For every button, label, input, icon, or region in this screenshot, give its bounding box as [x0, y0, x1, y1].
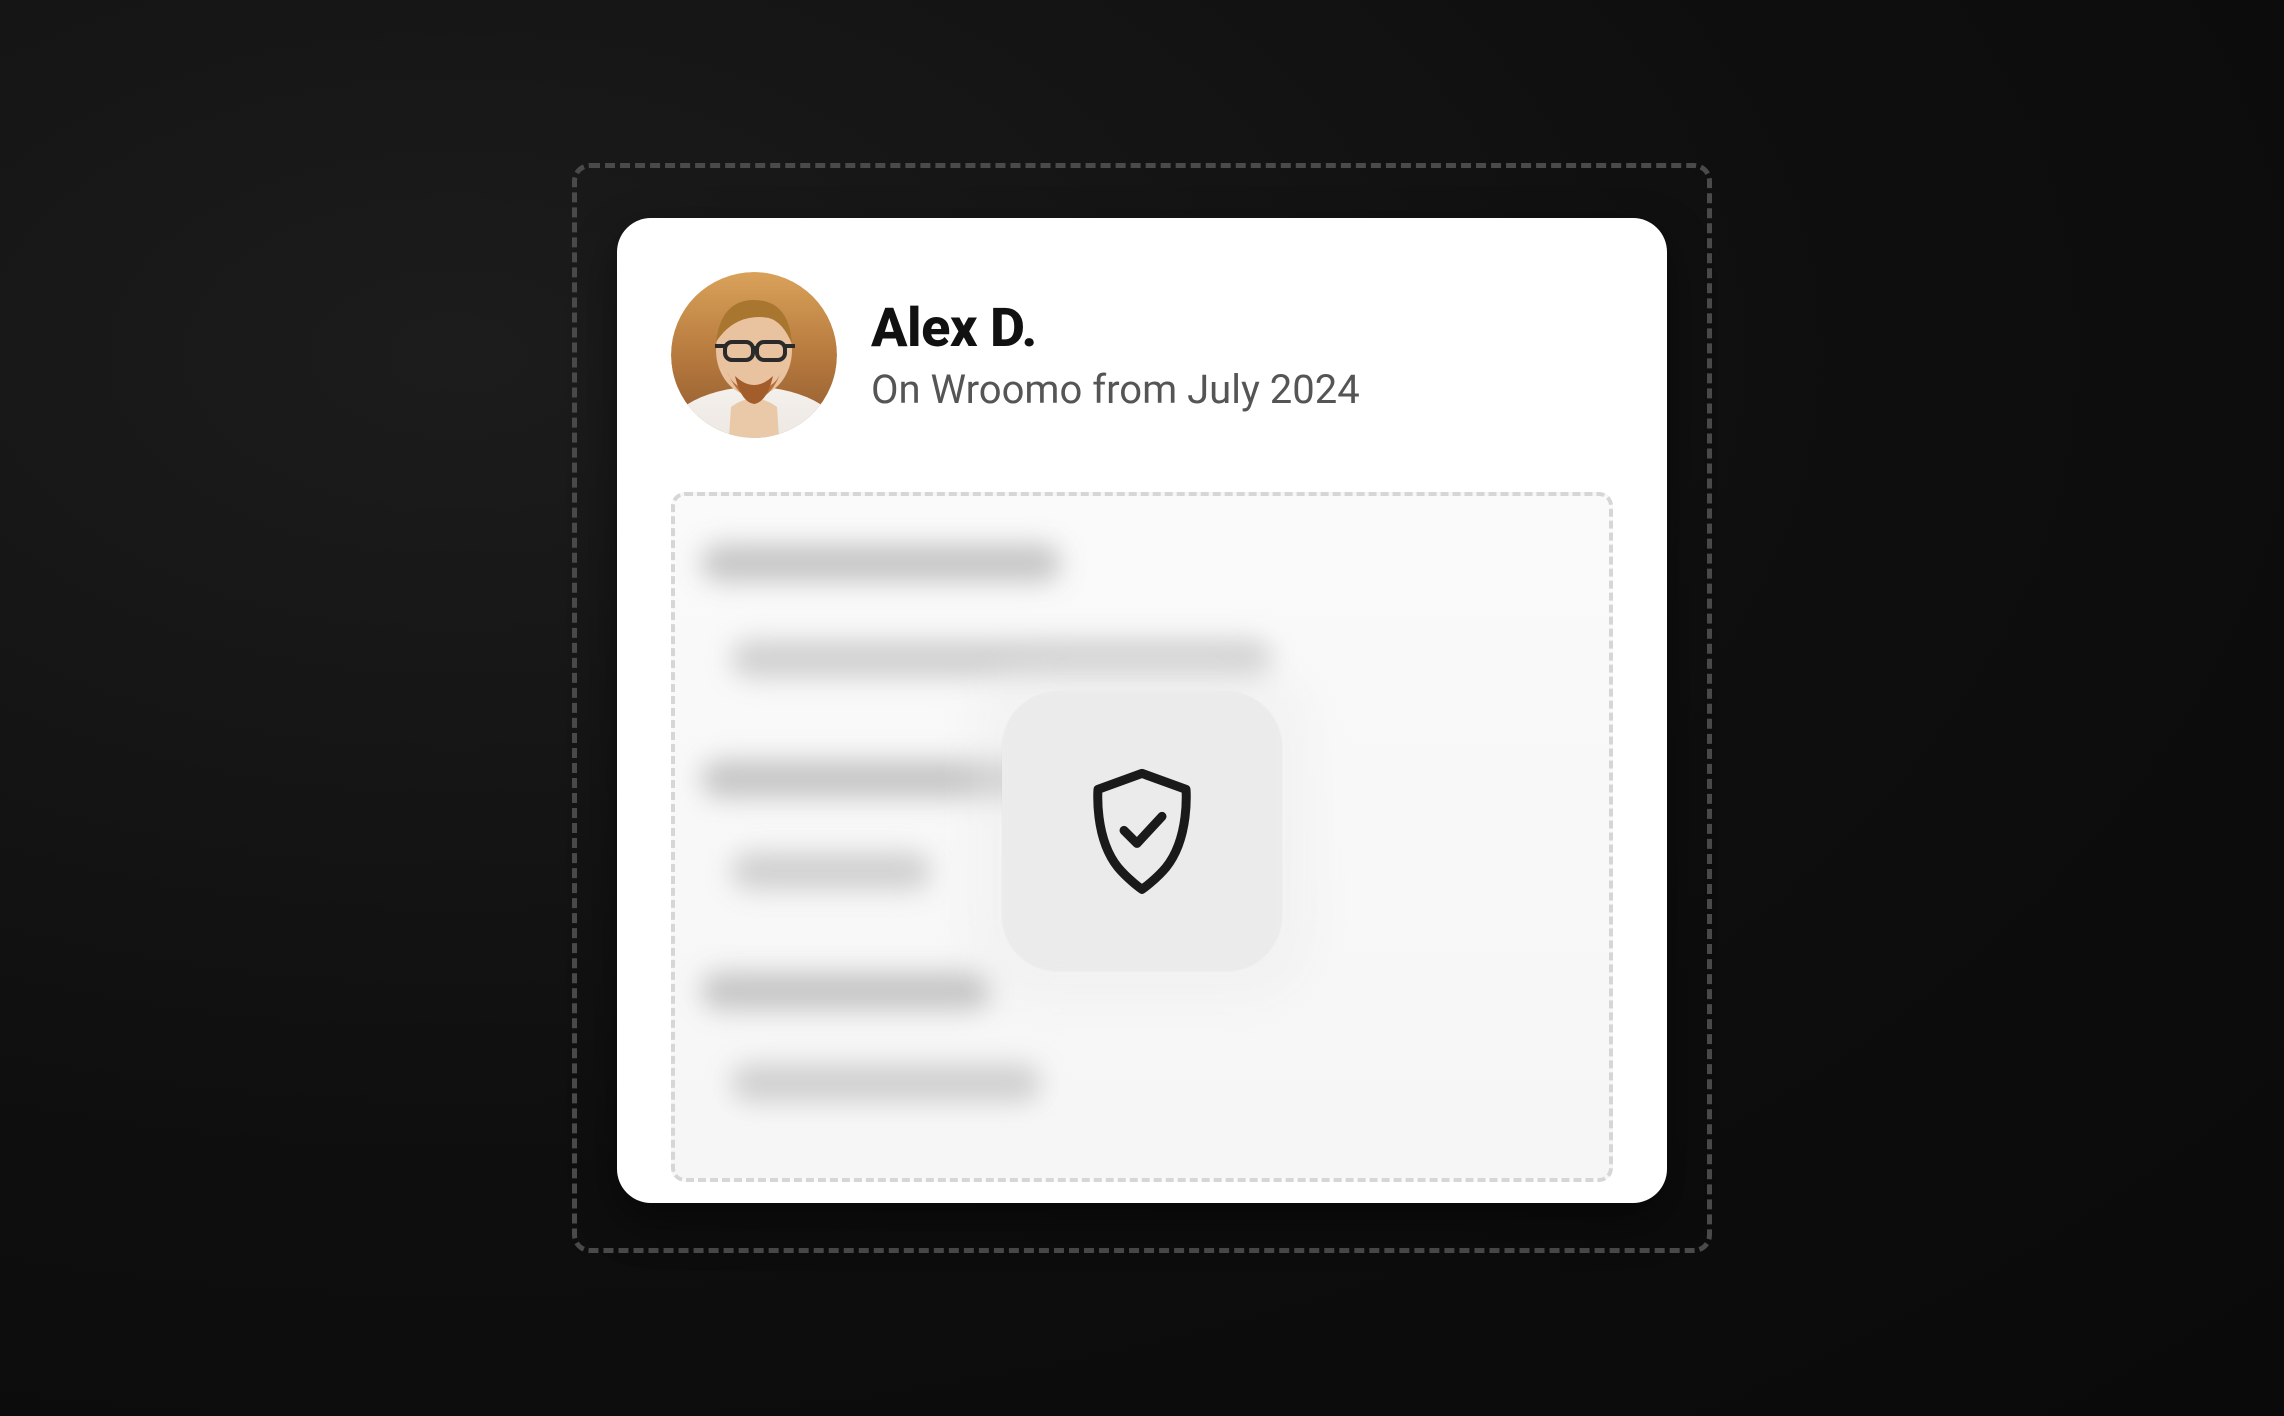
profile-header: Alex D. On Wroomo from July 2024 [671, 272, 1613, 438]
blurred-line [701, 544, 1061, 582]
profile-text: Alex D. On Wroomo from July 2024 [871, 297, 1360, 413]
blurred-line [701, 972, 991, 1010]
profile-card: Alex D. On Wroomo from July 2024 [617, 218, 1667, 1203]
shield-badge [1002, 691, 1282, 971]
profile-subtitle: On Wroomo from July 2024 [871, 366, 1360, 413]
avatar [671, 272, 837, 438]
blurred-line [731, 852, 931, 890]
shield-check-icon [1087, 767, 1197, 895]
outer-dashed-frame: Alex D. On Wroomo from July 2024 [572, 163, 1712, 1253]
blurred-line [731, 1064, 1041, 1102]
profile-name: Alex D. [871, 297, 1360, 360]
protected-details-panel [671, 492, 1613, 1182]
